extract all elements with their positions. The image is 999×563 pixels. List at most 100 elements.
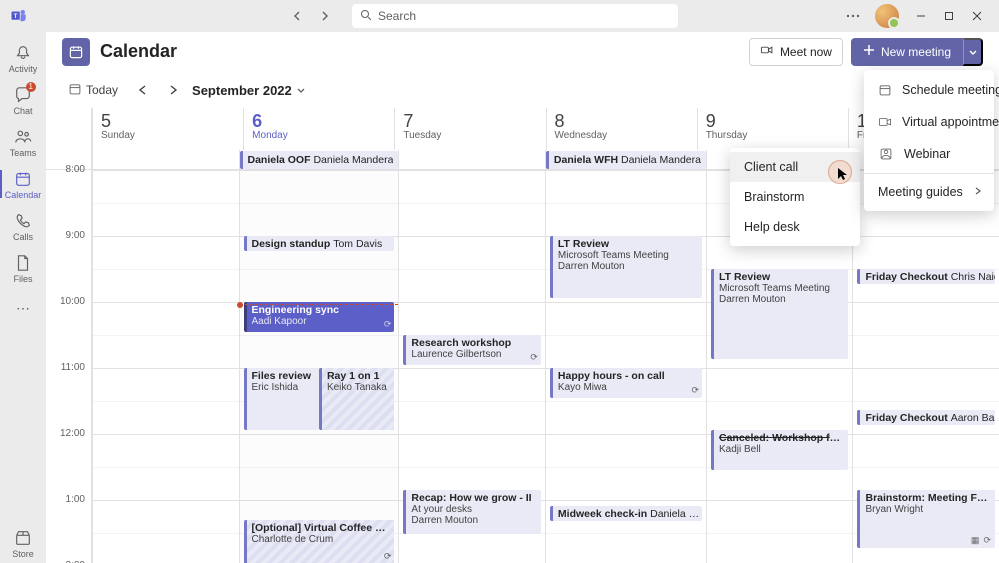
col-mon[interactable]: Daniela OOF Daniela Mandera Design stand… [239,150,399,563]
time-label: 12:00 [46,428,91,494]
rail-files[interactable]: Files [0,248,46,288]
new-meeting-menu: Schedule meeting Virtual appointment Web… [864,70,994,211]
recurring-icon: ⟳ [691,385,699,396]
rail-more[interactable]: ⋯ [0,290,46,326]
phone-icon [13,211,33,231]
menu-item-schedule[interactable]: Schedule meeting [864,74,994,106]
prev-week-button[interactable] [132,79,154,101]
rail-label: Teams [10,148,37,158]
calendar-toolbar: Today September 2022 [46,72,999,108]
close-icon[interactable] [963,2,991,30]
event-grid[interactable]: Daniela OOF Daniela Mandera Design stand… [92,150,999,563]
svg-text:T: T [14,14,18,20]
event-allday[interactable]: Daniela OOF Daniela Mandera [240,151,399,169]
event[interactable]: [Optional] Virtual Coffee …Charlotte de … [244,520,395,563]
next-week-button[interactable] [162,79,184,101]
nav-back-icon[interactable] [286,4,310,28]
month-picker[interactable]: September 2022 [192,83,306,98]
menu-separator [864,173,994,174]
new-meeting-label: New meeting [881,45,951,59]
recurring-icon: ⟳ [983,535,991,546]
calendar-icon: ▦ [971,535,980,546]
event[interactable]: Canceled: Workshop for al…Kadji Bell [711,430,849,470]
menu-item-virtual[interactable]: Virtual appointment [864,106,994,138]
day-header-wed[interactable]: 8Wednesday [546,108,697,150]
today-label: Today [86,83,118,97]
page-header: Calendar Meet now New meeting [46,32,999,72]
menu-item-client-call[interactable]: Client call [730,152,860,182]
day-header-mon[interactable]: 6Monday [243,108,394,150]
rail-label: Calendar [5,190,42,200]
event[interactable]: Recap: How we grow - IIAt your desksDarr… [403,490,541,534]
rail-store[interactable]: Store [0,523,46,563]
virtual-appointment-icon [878,114,892,130]
event[interactable]: Ray 1 on 1Keiko Tanaka [319,368,394,430]
event-allday[interactable]: Daniela WFH Daniela Mandera [546,151,706,169]
rail-label: Files [13,274,32,284]
plus-icon [863,44,875,59]
rail-calendar[interactable]: Calendar [0,164,46,204]
time-label: 11:00 [46,362,91,428]
event[interactable]: Friday Checkout Chris Naid… [857,269,995,284]
today-button[interactable]: Today [62,78,124,103]
menu-item-webinar[interactable]: Webinar [864,138,994,170]
rail-label: Store [12,549,34,559]
rail-calls[interactable]: Calls [0,206,46,246]
col-sun[interactable] [92,150,239,563]
store-icon [13,528,33,548]
chevron-right-icon [973,185,983,199]
rail-label: Chat [13,106,32,116]
people-icon [13,127,33,147]
col-fri[interactable]: Friday Checkout Chris Naid… Friday Check… [852,150,999,563]
event[interactable]: Friday Checkout Aaron Bak… [857,410,995,425]
minimize-icon[interactable] [907,2,935,30]
event[interactable]: Brainstorm: Meeting Fatig…Bryan Wright ▦… [857,490,995,548]
meet-now-button[interactable]: Meet now [749,38,843,66]
event[interactable]: Design standup Tom Davis [244,236,395,251]
rail-chat[interactable]: 1 Chat [0,80,46,120]
time-label: 9:00 [46,230,91,296]
col-wed[interactable]: Daniela WFH Daniela Mandera LT ReviewMic… [545,150,706,563]
recurring-icon: ⟳ [530,352,538,363]
new-meeting-button[interactable]: New meeting [851,38,963,66]
recurring-icon: ⟳ [384,319,392,330]
main: Calendar Meet now New meeting Today [46,32,999,563]
event[interactable]: Happy hours - on callKayo Miwa⟳ [550,368,702,398]
event[interactable]: LT ReviewMicrosoft Teams MeetingDarren M… [550,236,702,298]
menu-item-guides[interactable]: Meeting guides [864,177,994,207]
day-header-thu[interactable]: 9Thursday [697,108,848,150]
event[interactable]: LT ReviewMicrosoft Teams MeetingDarren M… [711,269,849,359]
rail-label: Activity [9,64,38,74]
event[interactable]: Engineering syncAadi Kapoor⟳ [244,302,395,332]
rail-teams[interactable]: Teams [0,122,46,162]
titlebar-right [839,2,995,30]
day-headers: 5Sunday 6Monday 7Tuesday 8Wednesday 9Thu… [92,108,999,150]
meet-now-label: Meet now [780,45,832,59]
teams-logo-icon: T [10,7,28,25]
new-meeting-caret[interactable] [963,38,983,66]
search-placeholder: Search [378,9,416,23]
day-header-sun[interactable]: 5Sunday [92,108,243,150]
event[interactable]: Research workshopLaurence Gilbertson⟳ [403,335,541,365]
webinar-icon [878,146,894,162]
templates-menu: Client call Brainstorm Help desk [730,148,860,246]
calendar-icon [13,169,33,189]
menu-item-help-desk[interactable]: Help desk [730,212,860,242]
calendar-today-icon [68,82,82,99]
time-column: 8:00 9:00 10:00 11:00 12:00 1:00 2:00 [46,108,92,563]
search-input[interactable]: Search [352,4,678,28]
recurring-icon: ⟳ [384,551,392,562]
rail-label: Calls [13,232,33,242]
maximize-icon[interactable] [935,2,963,30]
more-icon[interactable] [839,2,867,30]
menu-item-brainstorm[interactable]: Brainstorm [730,182,860,212]
day-header-tue[interactable]: 7Tuesday [394,108,545,150]
col-tue[interactable]: Research workshopLaurence Gilbertson⟳ Re… [398,150,545,563]
rail-activity[interactable]: Activity [0,38,46,78]
event[interactable]: Files reviewEric Ishida [244,368,319,430]
avatar[interactable] [875,4,899,28]
event[interactable]: Midweek check-in Daniela … [550,506,702,521]
nav-forward-icon[interactable] [312,4,336,28]
calendar-icon [62,38,90,66]
chevron-down-icon [296,85,306,95]
